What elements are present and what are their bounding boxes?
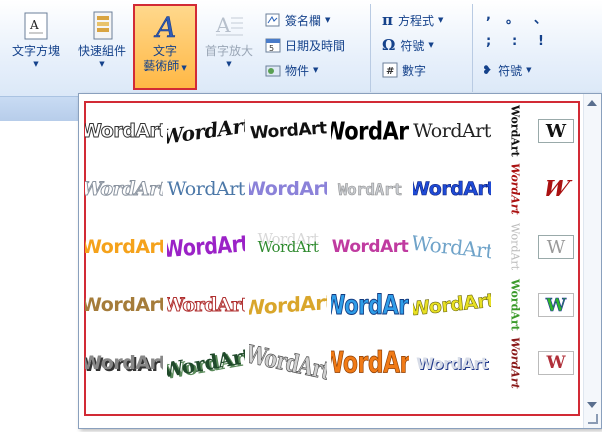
wordart-style-17[interactable]: WordArt — [249, 218, 327, 276]
signature-line-label: 簽名欄 — [285, 13, 322, 28]
wordart-style-31[interactable]: WordArt — [249, 334, 327, 392]
scroll-up-icon[interactable] — [587, 100, 597, 106]
wordart-style-28[interactable]: W — [531, 276, 581, 334]
signature-line-button[interactable]: 簽名欄 ▼ — [265, 10, 330, 30]
symbol-label: 符號 — [400, 38, 425, 53]
chevron-down-icon: ▼ — [179, 64, 187, 72]
special-char-exclamation[interactable]: ! — [538, 34, 544, 49]
chevron-down-icon: ▼ — [99, 60, 105, 68]
text-box-label: 文字方塊 — [11, 44, 60, 58]
drop-cap-button[interactable]: A 首字放大 ▼ — [198, 4, 260, 90]
date-time-label: 日期及時間 — [285, 38, 346, 53]
wordart-style-18[interactable]: WordArt — [331, 218, 409, 276]
wordart-style-7[interactable]: W — [531, 102, 581, 160]
equation-button[interactable]: π 方程式 ▼ — [382, 10, 443, 30]
wordart-style-6[interactable]: WordArt — [505, 102, 525, 160]
chevron-down-icon: ▼ — [526, 66, 532, 74]
wordart-icon: A — [149, 10, 181, 45]
wordart-style-16[interactable]: WordArt — [167, 218, 245, 276]
svg-text:A: A — [153, 11, 176, 42]
wordart-label-line2: 藝術師 — [143, 59, 180, 73]
wordart-style-26[interactable]: WordArt — [413, 276, 491, 334]
object-label: 物件 — [285, 63, 310, 78]
equation-label: 方程式 — [397, 13, 434, 28]
group-separator — [472, 4, 473, 92]
wordart-style-10[interactable]: WordArt — [249, 160, 327, 218]
wordart-button[interactable]: A 文字 藝術師 ▼ — [133, 4, 197, 90]
wordart-style-12[interactable]: WordArt — [413, 160, 491, 218]
calendar-icon: 5 — [265, 37, 281, 53]
quick-parts-icon — [86, 10, 118, 42]
symbol-icon: ❥ — [482, 63, 493, 77]
signature-icon — [265, 12, 281, 28]
chevron-down-icon: ▼ — [428, 41, 434, 49]
wordart-gallery: WordArt WordArt WordArt WordArt WordArt … — [78, 93, 602, 429]
wordart-style-21[interactable]: W — [531, 218, 581, 276]
wordart-style-25[interactable]: WordArt — [331, 276, 409, 334]
wordart-style-20[interactable]: WordArt — [505, 218, 525, 276]
wordart-style-9[interactable]: WordArt — [167, 160, 245, 218]
chevron-down-icon: ▼ — [438, 16, 444, 24]
date-time-button[interactable]: 5 日期及時間 — [265, 35, 345, 55]
chevron-down-icon: ▼ — [313, 66, 319, 74]
quick-parts-button[interactable]: 快速組件 ▼ — [70, 4, 134, 90]
wordart-style-13[interactable]: WordArt — [505, 160, 525, 218]
number-button[interactable]: # 數字 — [382, 60, 426, 80]
special-char-period[interactable]: 。 — [506, 8, 519, 27]
special-symbols-label: 符號 — [498, 63, 523, 78]
object-icon — [265, 62, 281, 78]
number-label: 數字 — [402, 63, 427, 78]
wordart-style-29[interactable]: WordArt — [85, 334, 163, 392]
group-separator — [370, 4, 371, 92]
special-char-comma[interactable]: , — [486, 8, 491, 23]
wordart-style-4[interactable]: WordArt — [331, 102, 409, 160]
wordart-style-5[interactable]: WordArt — [413, 102, 491, 160]
wordart-style-19[interactable]: WordArt — [413, 218, 491, 276]
special-char-colon[interactable]: : — [512, 34, 517, 49]
wordart-style-27[interactable]: WordArt — [505, 276, 525, 334]
wordart-style-22[interactable]: WordArt — [85, 276, 163, 334]
wordart-style-33[interactable]: WordArt — [413, 334, 491, 392]
number-icon: # — [382, 62, 398, 78]
text-box-button[interactable]: A 文字方塊 ▼ — [4, 4, 68, 90]
quick-parts-label: 快速組件 — [77, 44, 126, 58]
wordart-style-1[interactable]: WordArt — [85, 102, 163, 160]
chevron-down-icon: ▼ — [226, 60, 232, 68]
wordart-style-32[interactable]: WordArt — [331, 334, 409, 392]
gallery-scrollbar[interactable] — [583, 94, 601, 428]
special-symbols-button[interactable]: ❥ 符號 ▼ — [482, 60, 531, 80]
wordart-style-34[interactable]: WordArt — [505, 334, 525, 392]
wordart-style-8[interactable]: WordArt — [85, 160, 163, 218]
wordart-style-11[interactable]: WordArt — [331, 160, 409, 218]
wordart-style-15[interactable]: WordArt — [85, 218, 163, 276]
object-button[interactable]: 物件 ▼ — [265, 60, 318, 80]
text-box-icon: A — [20, 10, 52, 42]
svg-text:A: A — [29, 18, 39, 32]
chevron-down-icon: ▼ — [33, 60, 39, 68]
svg-text:5: 5 — [269, 44, 274, 53]
wordart-style-35[interactable]: W — [531, 334, 581, 392]
wordart-style-14[interactable]: W — [531, 160, 581, 218]
drop-cap-icon: A — [213, 10, 245, 42]
svg-text:A: A — [215, 13, 231, 37]
resize-grip-icon[interactable] — [588, 414, 598, 424]
chevron-down-icon: ▼ — [325, 16, 331, 24]
wordart-style-3[interactable]: WordArt — [249, 102, 327, 160]
wordart-style-23[interactable]: WordArt — [167, 276, 245, 334]
symbol-button[interactable]: Ω 符號 ▼ — [382, 35, 434, 55]
wordart-style-30[interactable]: WordArt — [167, 334, 245, 392]
omega-icon: Ω — [382, 36, 396, 54]
wordart-label-line1: 文字 — [152, 44, 177, 58]
special-char-semicolon[interactable]: ; — [486, 34, 491, 49]
svg-text:#: # — [386, 66, 394, 77]
drop-cap-label: 首字放大 — [204, 44, 253, 58]
scroll-down-icon[interactable] — [587, 402, 597, 408]
special-char-enumcomma[interactable]: 、 — [534, 8, 547, 27]
pi-icon: π — [382, 11, 393, 29]
wordart-style-2[interactable]: WordArt — [167, 102, 245, 160]
wordart-style-24[interactable]: WordArt — [249, 276, 327, 334]
